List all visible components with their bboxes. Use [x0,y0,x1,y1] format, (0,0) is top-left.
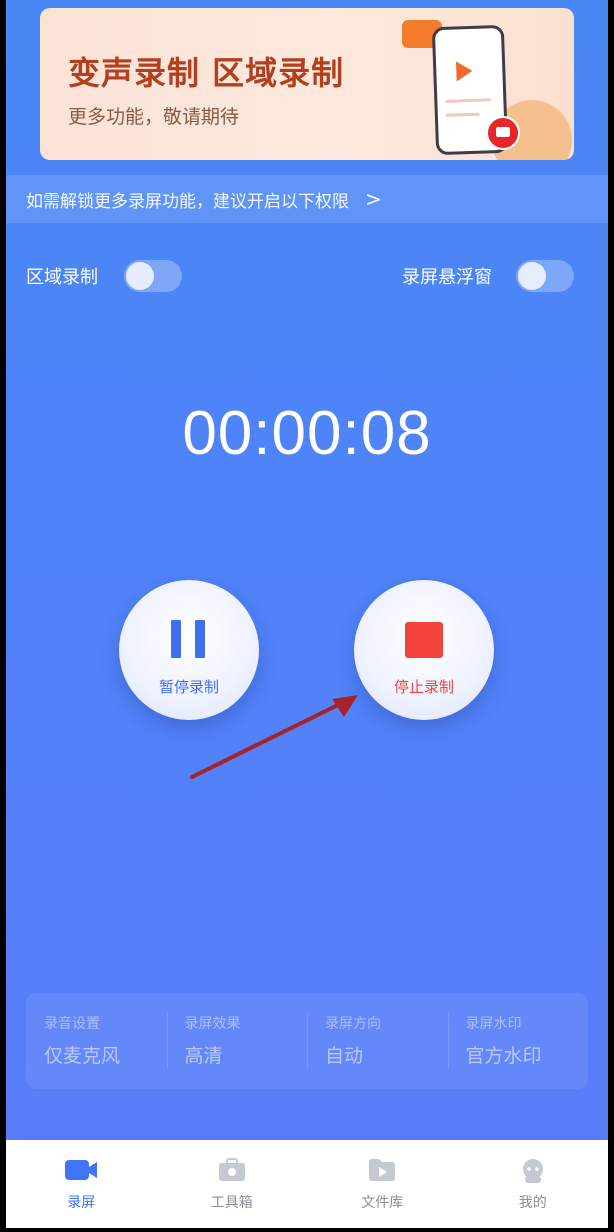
setting-value: 自动 [325,1045,364,1067]
screen-recorder-screen: 变声录制 区域录制 更多功能，敬请期待 如需解锁更多录屏功能，建议开启以下权限 … [6,0,608,1228]
video-camera-icon [65,1160,98,1180]
phone-line [445,112,480,117]
setting-audio[interactable]: 录音设置 仅麦克风 [26,993,167,1089]
setting-value: 高清 [184,1045,223,1067]
toolbox-icon [218,1158,245,1181]
nav-item-files[interactable]: 文件库 [307,1140,458,1228]
nav-item-toolbox[interactable]: 工具箱 [157,1140,308,1228]
setting-title: 录屏水印 [465,1016,522,1032]
play-icon [455,60,473,82]
banner-page-indicator [295,150,326,154]
toggle-knob [126,262,154,290]
phone-line [445,98,492,103]
floating-window-row: 录屏悬浮窗 [402,260,574,292]
nav-label: 文件库 [361,1195,404,1211]
stop-recording-label: 停止录制 [393,678,454,696]
floating-window-label: 录屏悬浮窗 [402,267,492,288]
annotation-arrow [190,695,358,779]
toggle-knob [518,262,546,290]
banner-subtitle: 更多功能，敬请期待 [68,106,240,128]
pause-icon [171,620,219,662]
permission-hint-bar[interactable]: 如需解锁更多录屏功能，建议开启以下权限 > [6,175,608,223]
nav-item-profile[interactable]: 我的 [458,1140,609,1228]
setting-title: 录屏效果 [184,1016,241,1032]
recording-timer: 00:00:08 [182,399,432,468]
stop-recording-button[interactable]: 停止录制 [354,580,494,720]
recording-settings-card: 录音设置 仅麦克风 录屏效果 高清 录屏方向 自动 录屏水印 官方水印 [26,993,588,1089]
record-badge-icon [486,116,520,150]
floating-window-toggle[interactable] [516,260,574,292]
setting-value: 官方水印 [465,1045,542,1067]
nav-label: 我的 [518,1195,547,1211]
permission-hint-text: 如需解锁更多录屏功能，建议开启以下权限 [26,191,349,212]
folder-play-icon [369,1159,396,1181]
setting-orientation[interactable]: 录屏方向 自动 [307,993,448,1089]
profile-icon [522,1159,543,1183]
region-record-label: 区域录制 [26,267,98,288]
stop-icon [405,622,443,658]
region-record-toggle[interactable] [124,260,182,292]
promo-banner[interactable]: 变声录制 区域录制 更多功能，敬请期待 [40,8,574,160]
setting-watermark[interactable]: 录屏水印 官方水印 [447,993,589,1089]
chevron-right-icon: > [365,187,382,211]
nav-item-record[interactable]: 录屏 [6,1140,157,1228]
nav-label: 工具箱 [210,1195,253,1211]
nav-label: 录屏 [67,1195,96,1211]
banner-title: 变声录制 区域录制 [68,54,345,92]
setting-quality[interactable]: 录屏效果 高清 [166,993,308,1089]
setting-value: 仅麦克风 [44,1045,121,1067]
setting-title: 录音设置 [44,1016,100,1032]
bottom-navigation: 录屏 工具箱 文件库 我的 [6,1140,608,1228]
region-record-row: 区域录制 [26,260,182,292]
setting-title: 录屏方向 [325,1016,381,1032]
